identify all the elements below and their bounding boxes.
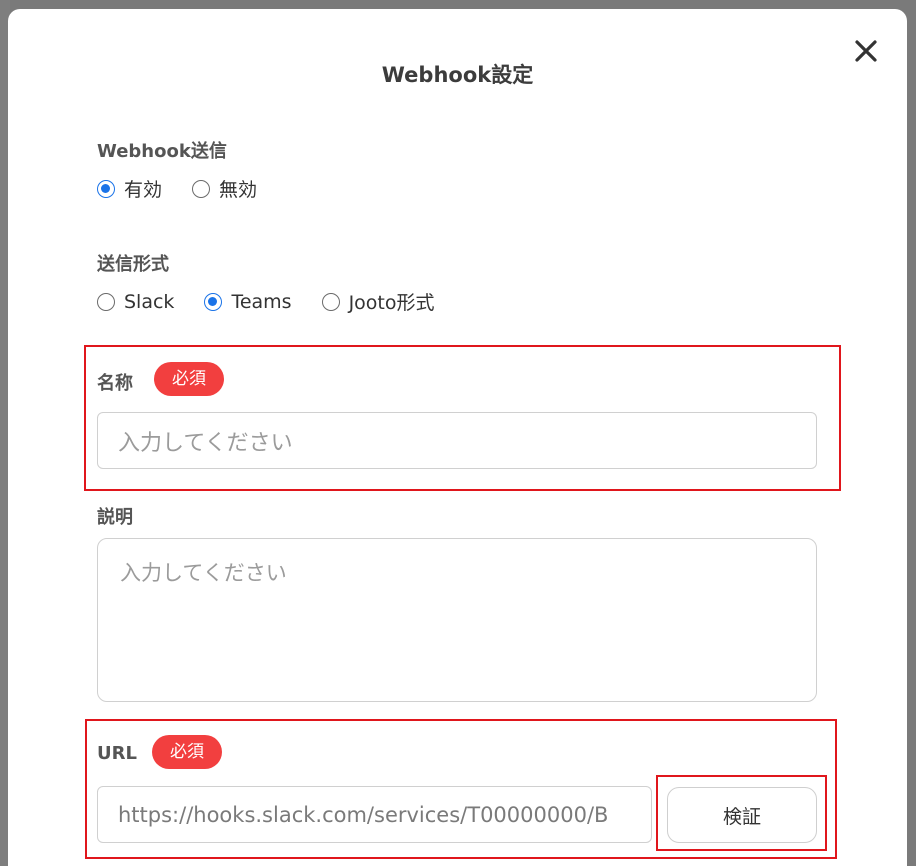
radio-unchecked-icon[interactable] xyxy=(97,292,115,311)
dialog-title: Webhook設定 xyxy=(381,63,534,87)
name-input[interactable]: 入力してください xyxy=(97,412,817,469)
url-required-badge: 必須 xyxy=(152,735,222,769)
close-icon[interactable] xyxy=(848,33,884,69)
radio-teams[interactable]: Teams xyxy=(204,290,292,313)
radio-slack-label: Slack xyxy=(124,290,175,313)
webhook-send-label: Webhook送信 xyxy=(97,141,227,162)
radio-jooto-label: Jooto形式 xyxy=(348,292,435,314)
radio-teams-label: Teams xyxy=(231,290,292,313)
radio-disabled[interactable]: 無効 xyxy=(192,175,257,202)
radio-slack[interactable]: Slack xyxy=(97,291,174,313)
name-label: 名称 xyxy=(97,373,133,394)
description-label: 説明 xyxy=(97,507,133,528)
radio-unchecked-icon[interactable] xyxy=(192,179,211,198)
radio-checked-icon[interactable] xyxy=(204,292,223,311)
radio-jooto[interactable]: Jooto形式 xyxy=(321,288,435,315)
url-input[interactable]: https://hooks.slack.com/services/T000000… xyxy=(97,786,652,843)
verify-button[interactable]: 検証 xyxy=(667,787,817,843)
webhook-settings-dialog: Webhook設定 Webhook送信 有効 無効 送信形式 Slack Tea… xyxy=(8,9,907,866)
send-format-label: 送信形式 xyxy=(97,254,169,275)
webhook-send-radio-group: 有効 無効 xyxy=(97,175,287,202)
radio-disabled-label: 無効 xyxy=(219,179,258,201)
name-required-badge: 必須 xyxy=(154,362,224,396)
radio-enabled[interactable]: 有効 xyxy=(97,175,162,202)
url-label: URL xyxy=(97,743,137,764)
radio-checked-icon[interactable] xyxy=(97,179,115,198)
radio-enabled-label: 有効 xyxy=(124,179,163,201)
description-textarea[interactable]: 入力してください xyxy=(97,538,817,702)
send-format-radio-group: Slack Teams Jooto形式 xyxy=(97,288,465,315)
radio-unchecked-icon[interactable] xyxy=(321,292,340,311)
